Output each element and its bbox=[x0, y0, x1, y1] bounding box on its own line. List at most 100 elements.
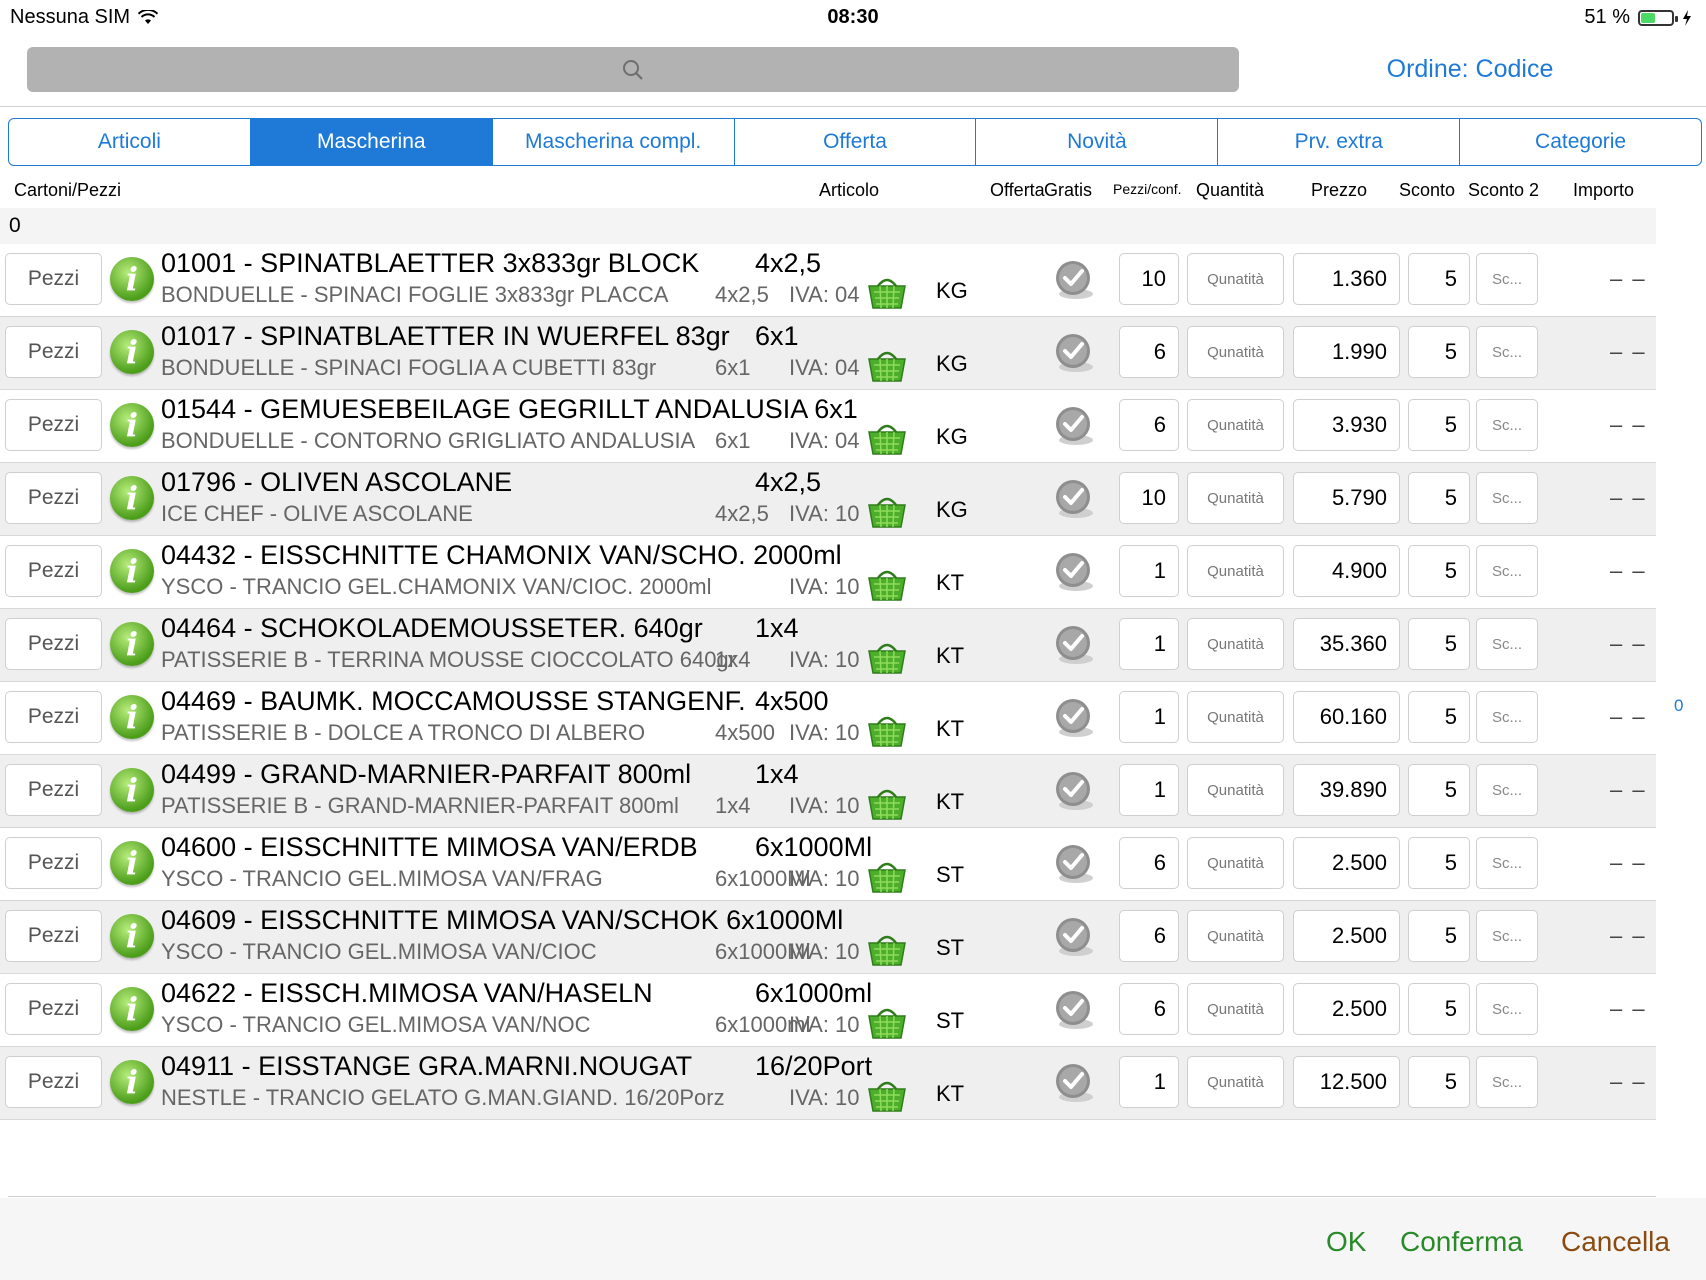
basket-icon[interactable] bbox=[866, 785, 908, 821]
sconto2-field[interactable]: Sc... bbox=[1476, 326, 1538, 378]
basket-icon[interactable] bbox=[866, 347, 908, 383]
price-field[interactable]: 1.360 bbox=[1293, 253, 1400, 305]
conferma-button[interactable]: Conferma bbox=[1400, 1226, 1523, 1258]
price-field[interactable]: 3.930 bbox=[1293, 399, 1400, 451]
price-field[interactable]: 2.500 bbox=[1293, 983, 1400, 1035]
basket-icon[interactable] bbox=[866, 639, 908, 675]
sconto2-field[interactable]: Sc... bbox=[1476, 545, 1538, 597]
info-icon[interactable]: i bbox=[110, 914, 154, 958]
sconto2-field[interactable]: Sc... bbox=[1476, 691, 1538, 743]
info-icon[interactable]: i bbox=[110, 476, 154, 520]
info-icon[interactable]: i bbox=[110, 257, 154, 301]
ok-button[interactable]: OK bbox=[1326, 1226, 1366, 1258]
sconto2-field[interactable]: Sc... bbox=[1476, 472, 1538, 524]
price-field[interactable]: 2.500 bbox=[1293, 910, 1400, 962]
info-icon[interactable]: i bbox=[110, 987, 154, 1031]
pezzi-conf-field[interactable]: 1 bbox=[1119, 1056, 1179, 1108]
basket-icon[interactable] bbox=[866, 712, 908, 748]
cartoni-pezzi-button[interactable]: Pezzi bbox=[5, 618, 102, 670]
pezzi-conf-field[interactable]: 1 bbox=[1119, 618, 1179, 670]
pezzi-conf-field[interactable]: 6 bbox=[1119, 837, 1179, 889]
basket-icon[interactable] bbox=[866, 1004, 908, 1040]
price-field[interactable]: 4.900 bbox=[1293, 545, 1400, 597]
quantity-field[interactable]: Qunatità bbox=[1187, 253, 1284, 305]
sconto2-field[interactable]: Sc... bbox=[1476, 910, 1538, 962]
check-icon[interactable] bbox=[1052, 477, 1096, 521]
sconto-field[interactable]: 5 bbox=[1408, 1056, 1470, 1108]
pezzi-conf-field[interactable]: 1 bbox=[1119, 545, 1179, 597]
sconto-field[interactable]: 5 bbox=[1408, 837, 1470, 889]
tab-categorie[interactable]: Categorie bbox=[1460, 119, 1701, 165]
check-icon[interactable] bbox=[1052, 258, 1096, 302]
check-icon[interactable] bbox=[1052, 404, 1096, 448]
cartoni-pezzi-button[interactable]: Pezzi bbox=[5, 910, 102, 962]
basket-icon[interactable] bbox=[866, 566, 908, 602]
check-icon[interactable] bbox=[1052, 1061, 1096, 1105]
search-bar[interactable] bbox=[27, 47, 1239, 92]
sconto2-field[interactable]: Sc... bbox=[1476, 253, 1538, 305]
tab-prv-extra[interactable]: Prv. extra bbox=[1218, 119, 1461, 165]
quantity-field[interactable]: Qunatità bbox=[1187, 1056, 1284, 1108]
info-icon[interactable]: i bbox=[110, 330, 154, 374]
pezzi-conf-field[interactable]: 6 bbox=[1119, 910, 1179, 962]
cartoni-pezzi-button[interactable]: Pezzi bbox=[5, 399, 102, 451]
tab-novita[interactable]: Novità bbox=[976, 119, 1219, 165]
check-icon[interactable] bbox=[1052, 769, 1096, 813]
cartoni-pezzi-button[interactable]: Pezzi bbox=[5, 545, 102, 597]
pezzi-conf-field[interactable]: 6 bbox=[1119, 326, 1179, 378]
pezzi-conf-field[interactable]: 1 bbox=[1119, 764, 1179, 816]
check-icon[interactable] bbox=[1052, 696, 1096, 740]
info-icon[interactable]: i bbox=[110, 841, 154, 885]
cartoni-pezzi-button[interactable]: Pezzi bbox=[5, 326, 102, 378]
price-field[interactable]: 39.890 bbox=[1293, 764, 1400, 816]
basket-icon[interactable] bbox=[866, 1077, 908, 1113]
sconto-field[interactable]: 5 bbox=[1408, 691, 1470, 743]
sconto2-field[interactable]: Sc... bbox=[1476, 983, 1538, 1035]
sconto-field[interactable]: 5 bbox=[1408, 472, 1470, 524]
check-icon[interactable] bbox=[1052, 842, 1096, 886]
cartoni-pezzi-button[interactable]: Pezzi bbox=[5, 253, 102, 305]
cartoni-pezzi-button[interactable]: Pezzi bbox=[5, 837, 102, 889]
pezzi-conf-field[interactable]: 10 bbox=[1119, 472, 1179, 524]
cartoni-pezzi-button[interactable]: Pezzi bbox=[5, 764, 102, 816]
pezzi-conf-field[interactable]: 10 bbox=[1119, 253, 1179, 305]
pezzi-conf-field[interactable]: 1 bbox=[1119, 691, 1179, 743]
quantity-field[interactable]: Qunatità bbox=[1187, 545, 1284, 597]
quantity-field[interactable]: Qunatità bbox=[1187, 983, 1284, 1035]
sconto-field[interactable]: 5 bbox=[1408, 910, 1470, 962]
cancella-button[interactable]: Cancella bbox=[1561, 1226, 1670, 1258]
cartoni-pezzi-button[interactable]: Pezzi bbox=[5, 472, 102, 524]
sconto2-field[interactable]: Sc... bbox=[1476, 1056, 1538, 1108]
info-icon[interactable]: i bbox=[110, 622, 154, 666]
sconto2-field[interactable]: Sc... bbox=[1476, 618, 1538, 670]
quantity-field[interactable]: Qunatità bbox=[1187, 326, 1284, 378]
check-icon[interactable] bbox=[1052, 550, 1096, 594]
quantity-field[interactable]: Qunatità bbox=[1187, 764, 1284, 816]
cartoni-pezzi-button[interactable]: Pezzi bbox=[5, 691, 102, 743]
order-by-button[interactable]: Ordine: Codice bbox=[1300, 55, 1640, 84]
info-icon[interactable]: i bbox=[110, 549, 154, 593]
tab-mascherina[interactable]: Mascherina bbox=[250, 119, 493, 165]
sconto-field[interactable]: 5 bbox=[1408, 764, 1470, 816]
price-field[interactable]: 35.360 bbox=[1293, 618, 1400, 670]
check-icon[interactable] bbox=[1052, 623, 1096, 667]
sconto-field[interactable]: 5 bbox=[1408, 545, 1470, 597]
quantity-field[interactable]: Qunatità bbox=[1187, 837, 1284, 889]
pezzi-conf-field[interactable]: 6 bbox=[1119, 983, 1179, 1035]
quantity-field[interactable]: Qunatità bbox=[1187, 399, 1284, 451]
info-icon[interactable]: i bbox=[110, 1060, 154, 1104]
price-field[interactable]: 2.500 bbox=[1293, 837, 1400, 889]
basket-icon[interactable] bbox=[866, 274, 908, 310]
quantity-field[interactable]: Qunatità bbox=[1187, 472, 1284, 524]
basket-icon[interactable] bbox=[866, 858, 908, 894]
price-field[interactable]: 12.500 bbox=[1293, 1056, 1400, 1108]
sconto-field[interactable]: 5 bbox=[1408, 399, 1470, 451]
check-icon[interactable] bbox=[1052, 331, 1096, 375]
price-field[interactable]: 5.790 bbox=[1293, 472, 1400, 524]
sconto-field[interactable]: 5 bbox=[1408, 983, 1470, 1035]
sconto-field[interactable]: 5 bbox=[1408, 253, 1470, 305]
sconto-field[interactable]: 5 bbox=[1408, 618, 1470, 670]
sconto-field[interactable]: 5 bbox=[1408, 326, 1470, 378]
basket-icon[interactable] bbox=[866, 493, 908, 529]
tab-articoli[interactable]: Articoli bbox=[9, 119, 251, 165]
